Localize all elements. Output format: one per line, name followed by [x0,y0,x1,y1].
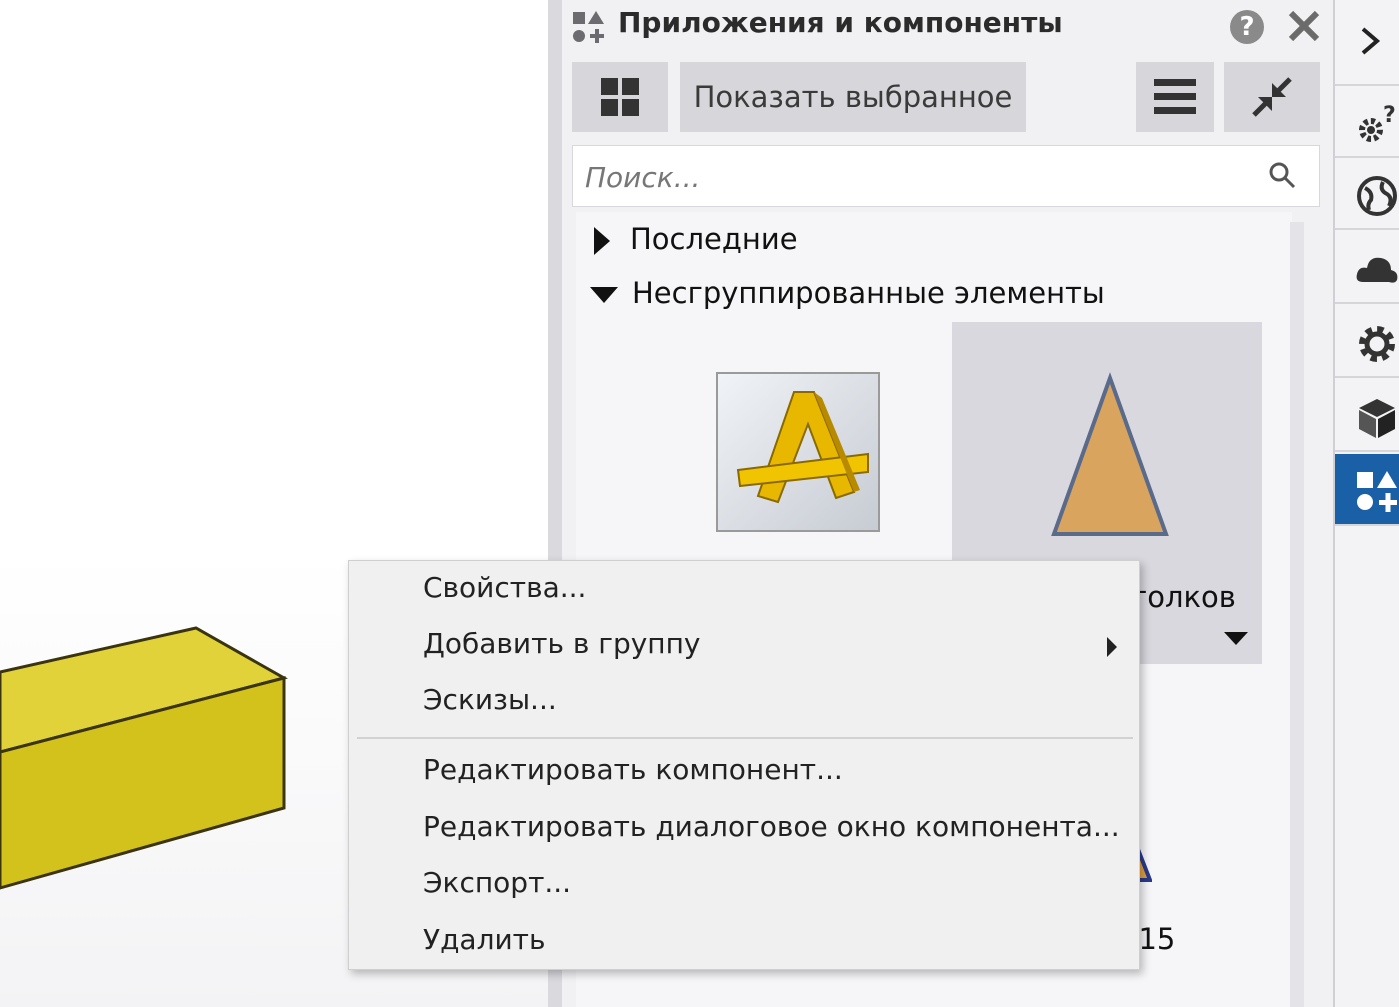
side-rail: ? [1333,0,1399,1007]
rail-3d-model[interactable] [1335,380,1399,452]
cloud-icon [1356,257,1398,283]
menu-item-delete[interactable]: Удалить [423,923,546,956]
list-view-button[interactable] [1136,62,1214,132]
rail-settings[interactable] [1335,306,1399,378]
menu-icon [1154,79,1196,114]
context-menu: Свойства... Добавить в группу Эскизы... … [348,560,1140,970]
chevron-right-icon [1361,27,1381,55]
expand-arrow-icon[interactable] [594,227,610,255]
grid-icon [601,78,639,116]
panel-title: Приложения и компоненты [618,6,1063,39]
close-icon[interactable] [1284,6,1324,46]
rail-cloud[interactable] [1335,232,1399,304]
menu-separator [357,737,1133,739]
rail-globe[interactable] [1335,158,1399,230]
collapse-arrows-icon [1252,77,1292,117]
app-logo-icon [736,391,869,504]
collapse-arrow-icon[interactable] [590,287,618,303]
search-input[interactable] [583,154,1247,200]
tile-label: голков [1132,580,1236,614]
menu-item-export[interactable]: Экспорт... [423,866,571,899]
apps-components-icon [573,11,604,43]
component-tile-app[interactable] [716,372,880,532]
cube-icon [1359,399,1395,438]
apps-components-icon [1357,471,1397,512]
tree-group-ungrouped[interactable]: Несгруппированные элементы [590,276,1105,310]
submenu-arrow-icon [1107,637,1117,657]
settings-help-icon: ? [1359,103,1396,142]
triangle-component-icon [1051,372,1169,536]
grid-view-button[interactable] [572,62,668,132]
menu-item-sketches[interactable]: Эскизы... [423,683,557,716]
tree-group-label: Последние [630,222,798,256]
search-box [572,145,1320,207]
tile-dropdown-icon[interactable] [1224,632,1248,645]
tree-scrollbar[interactable] [1290,222,1304,1007]
tree-group-label: Несгруппированные элементы [632,276,1105,310]
rail-expand-button[interactable] [1335,0,1399,86]
gear-icon [1359,326,1395,362]
collapse-panel-button[interactable] [1224,62,1320,132]
tree-group-recent[interactable]: Последние [594,222,798,256]
menu-item-edit-component-dialog[interactable]: Редактировать диалоговое окно компонента… [423,810,1120,843]
help-icon[interactable]: ? [1230,10,1264,44]
rail-apps-components[interactable] [1335,454,1399,526]
svg-text:?: ? [1383,103,1396,128]
globe-icon [1357,176,1397,216]
menu-item-properties[interactable]: Свойства... [423,571,586,604]
menu-item-add-to-group[interactable]: Добавить в группу [423,627,700,660]
search-icon[interactable] [1267,160,1297,190]
menu-item-edit-component[interactable]: Редактировать компонент... [423,753,843,786]
rail-settings-help[interactable]: ? [1335,86,1399,158]
show-favorites-button[interactable]: Показать выбранное [680,62,1026,132]
